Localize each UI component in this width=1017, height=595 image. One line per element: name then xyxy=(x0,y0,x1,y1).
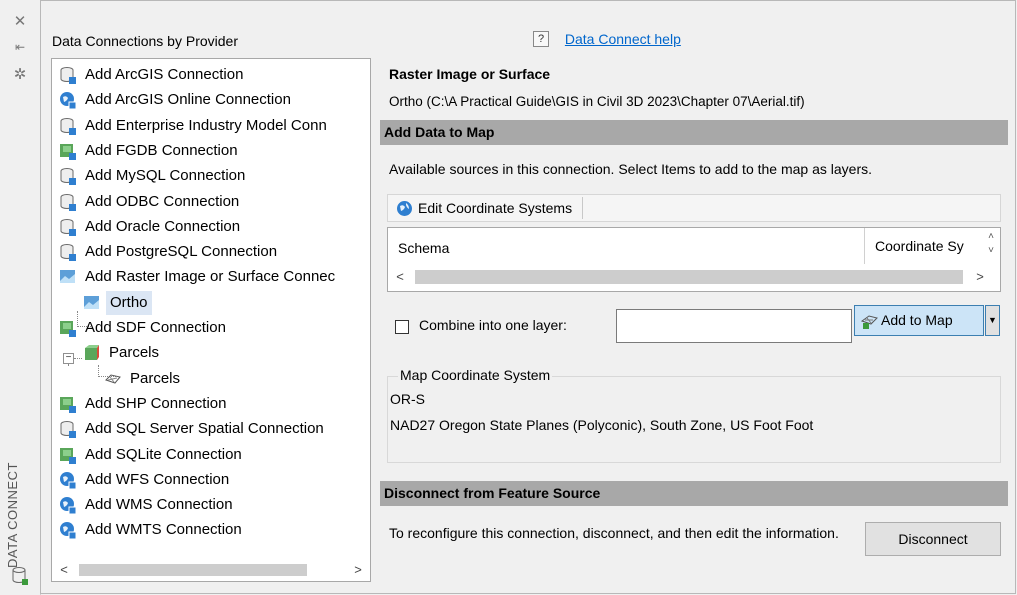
combine-label: Combine into one layer: xyxy=(419,317,567,333)
tree-item-label: Add Oracle Connection xyxy=(85,217,241,235)
col-header-schema[interactable]: Schema xyxy=(398,240,449,256)
db-icon xyxy=(59,117,77,135)
tree-item-label: Add ArcGIS Online Connection xyxy=(85,91,291,109)
source-path: Ortho (C:\A Practical Guide\GIS in Civil… xyxy=(389,94,805,109)
edit-cs-label: Edit Coordinate Systems xyxy=(418,200,573,216)
file-icon xyxy=(59,319,77,337)
auto-hide-icon[interactable]: ⇤ xyxy=(11,38,29,56)
cube-icon xyxy=(83,344,101,362)
tree-item-label: Add Raster Image or Surface Connec xyxy=(85,268,336,286)
db-icon xyxy=(59,193,77,211)
tree-hscrollbar[interactable]: < > xyxy=(53,560,369,580)
tree-item-label: Parcels xyxy=(109,344,160,362)
help-area: ? Data Connect help xyxy=(533,30,681,48)
db-icon xyxy=(59,420,77,439)
globe-icon xyxy=(59,471,77,490)
tree-item-label: Add Enterprise Industry Model Conn xyxy=(85,116,327,134)
tree-item-label: Add SDF Connection xyxy=(85,319,226,336)
scroll-thumb[interactable] xyxy=(79,564,307,576)
file-icon xyxy=(59,142,77,160)
file-icon xyxy=(59,446,77,464)
palette-strip: ✕ ⇤ ✲ DATA CONNECT xyxy=(0,0,41,595)
tree-item-label: Add SQLite Connection xyxy=(85,445,242,463)
scroll-left-icon[interactable]: < xyxy=(391,264,409,289)
grid-hscrollbar[interactable]: < > xyxy=(389,264,999,289)
scroll-left-icon[interactable]: < xyxy=(55,560,73,580)
tree-title: Data Connections by Provider xyxy=(52,33,238,49)
db-icon xyxy=(59,167,77,186)
db-icon xyxy=(59,218,77,236)
map-cs-legend: Map Coordinate System xyxy=(398,367,553,383)
disconnect-description: To reconfigure this connection, disconne… xyxy=(389,525,839,541)
db-icon xyxy=(59,243,77,262)
tree-item-label: Parcels xyxy=(130,369,181,387)
disconnect-button[interactable]: Disconnect xyxy=(865,522,1001,556)
globe-icon xyxy=(397,201,412,216)
map-cs-description: NAD27 Oregon State Planes (Polyconic), S… xyxy=(390,417,814,433)
tree-item-label: Add FGDB Connection xyxy=(85,141,238,159)
tree-item-label: Ortho xyxy=(106,290,152,315)
layer-name-input[interactable] xyxy=(616,309,852,343)
tree-item-label: Add WFS Connection xyxy=(85,470,230,488)
tree-item-label: Add WMTS Connection xyxy=(85,521,242,539)
tree-item-label: Add ArcGIS Connection xyxy=(85,66,244,83)
scroll-thumb[interactable] xyxy=(415,270,963,284)
tree-item-label: Add SQL Server Spatial Connection xyxy=(85,420,324,438)
raster-icon xyxy=(83,294,101,312)
globe-icon xyxy=(59,91,77,110)
disconnect-header: Disconnect from Feature Source xyxy=(380,481,1008,506)
add-to-map-dropdown[interactable]: ▼ xyxy=(985,305,1000,336)
globe-icon xyxy=(59,496,77,515)
add-layer-icon xyxy=(861,315,878,329)
settings-icon[interactable]: ✲ xyxy=(11,66,29,84)
palette-title: DATA CONNECT xyxy=(5,462,20,568)
collapse-toggle[interactable]: − xyxy=(63,353,74,364)
data-connect-icon xyxy=(12,567,28,585)
vertical-scroll-arrows[interactable]: ˄ ˅ xyxy=(983,230,999,262)
tree-item-label: Add WMS Connection xyxy=(85,496,233,514)
map-coordinate-system-group: Map Coordinate System OR-S NAD27 Oregon … xyxy=(387,367,1001,463)
sources-grid[interactable]: Schema Coordinate Sy ˄ ˅ < > xyxy=(387,227,1001,292)
add-data-header: Add Data to Map xyxy=(380,120,1008,145)
scroll-right-icon[interactable]: > xyxy=(349,560,367,580)
tree-item-label: Add ODBC Connection xyxy=(85,192,240,210)
edit-coordinate-systems-button[interactable]: Edit Coordinate Systems xyxy=(390,197,584,219)
tree-item-label: Add MySQL Connection xyxy=(85,167,246,185)
db-icon xyxy=(59,66,77,84)
polygon-icon xyxy=(104,370,122,388)
source-title: Raster Image or Surface xyxy=(389,66,551,82)
scroll-right-icon[interactable]: > xyxy=(971,264,989,289)
help-link[interactable]: Data Connect help xyxy=(565,31,681,47)
combine-checkbox[interactable] xyxy=(395,320,409,334)
tree-item-label: Add PostgreSQL Connection xyxy=(85,243,278,261)
globe-icon xyxy=(59,521,77,540)
help-icon[interactable]: ? xyxy=(533,31,549,48)
close-icon[interactable]: ✕ xyxy=(11,13,29,31)
file-icon xyxy=(59,395,77,413)
raster-icon xyxy=(59,268,77,286)
tree-item-label: Add SHP Connection xyxy=(85,394,227,412)
connections-tree[interactable]: − Add ArcGIS Connection Add ArcGIS Online… xyxy=(51,58,371,582)
toolbar: Edit Coordinate Systems xyxy=(387,194,1001,222)
add-to-map-label: Add to Map xyxy=(881,312,953,328)
map-cs-code: OR-S xyxy=(390,391,425,407)
add-to-map-button[interactable]: Add to Map xyxy=(854,305,984,336)
add-data-description: Available sources in this connection. Se… xyxy=(389,161,872,177)
